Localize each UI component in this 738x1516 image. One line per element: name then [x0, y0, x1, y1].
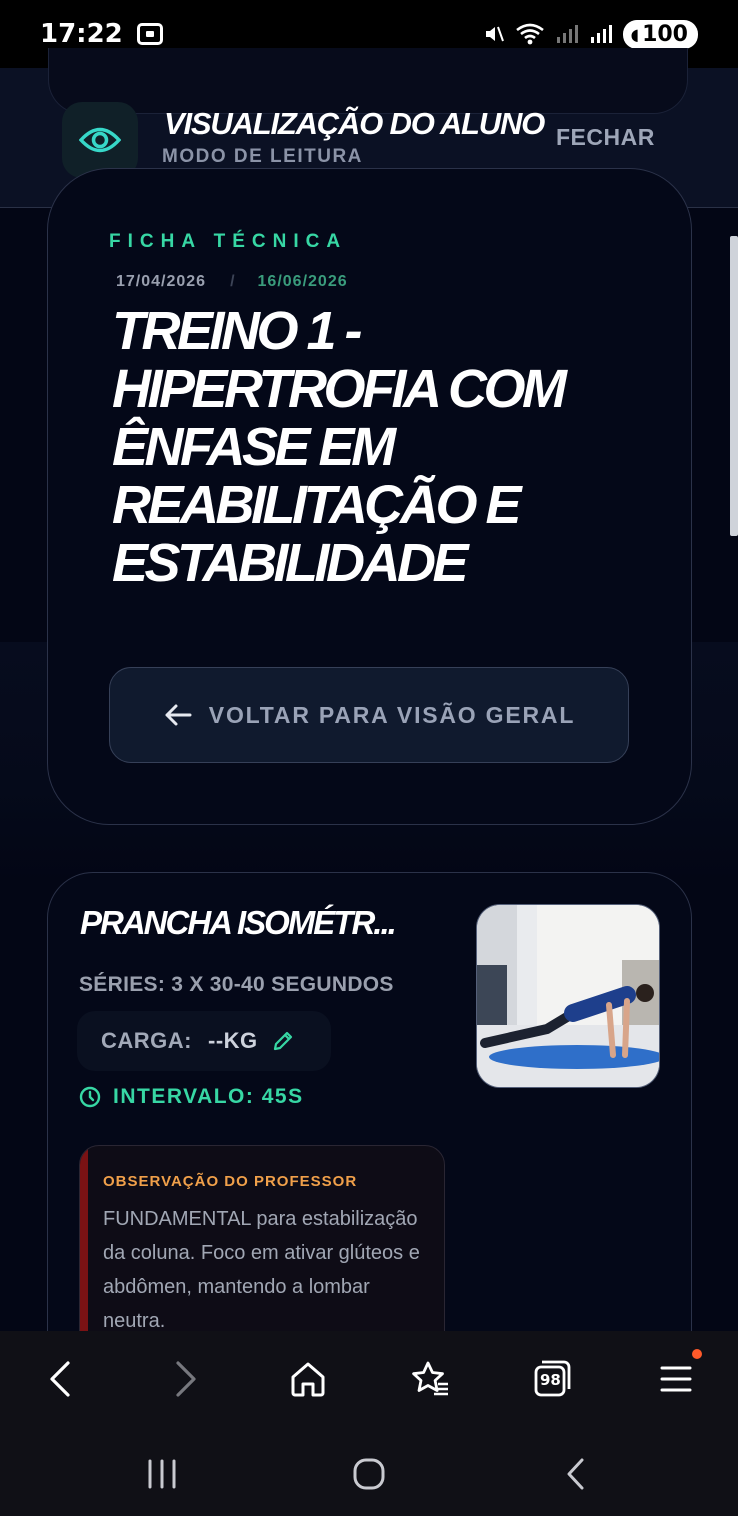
header-subtitle: MODO DE LEITURA	[162, 146, 363, 167]
menu-button[interactable]	[636, 1331, 716, 1426]
status-icons: ◖ 100	[483, 19, 698, 49]
system-home-button[interactable]	[329, 1446, 409, 1502]
back-button-label: VOLTAR PARA VISÃO GERAL	[208, 701, 576, 728]
battery-level: 100	[642, 21, 688, 47]
system-back-icon	[567, 1458, 584, 1490]
mute-icon	[485, 26, 504, 42]
home-circle-icon	[353, 1458, 385, 1490]
star-list-icon	[412, 1361, 448, 1395]
tabs-count: 98	[540, 1371, 561, 1389]
status-time: 17:22	[40, 19, 123, 49]
interval-row: INTERVALO: 45S	[79, 1085, 304, 1109]
hamburger-menu-icon	[660, 1366, 692, 1391]
browser-forward-button[interactable]	[146, 1331, 226, 1426]
interval-text: INTERVALO: 45S	[113, 1085, 304, 1108]
browser-back-button[interactable]	[20, 1331, 100, 1426]
signal-icon-2	[590, 25, 612, 43]
chevron-right-icon	[176, 1360, 196, 1397]
workout-title: TREINO 1 - HIPERTROFIA COM ÊNFASE EM REA…	[112, 301, 567, 593]
screenshot-icon	[136, 23, 163, 45]
notification-dot	[692, 1349, 702, 1359]
home-icon	[291, 1362, 325, 1396]
header-backdrop	[48, 48, 688, 114]
note-title: OBSERVAÇÃO DO PROFESSOR	[103, 1173, 358, 1190]
browser-home-button[interactable]	[268, 1331, 348, 1426]
wifi-icon	[515, 23, 544, 45]
eye-icon-badge	[62, 102, 138, 178]
exercise-name: PRANCHA ISOMÉTR...	[80, 904, 397, 941]
system-navigation-bar	[0, 1426, 738, 1516]
system-back-button[interactable]	[536, 1446, 616, 1502]
date-range: 17/04/2026 / 16/06/2026	[116, 273, 348, 291]
back-to-overview-button[interactable]: VOLTAR PARA VISÃO GERAL	[109, 667, 629, 763]
section-label: FICHA TÉCNICA	[109, 231, 348, 252]
load-label: CARGA:	[101, 1028, 192, 1053]
date-separator: /	[230, 273, 236, 290]
exercise-thumbnail[interactable]	[476, 904, 660, 1088]
pencil-icon[interactable]	[272, 1030, 294, 1052]
clock-icon	[79, 1086, 101, 1108]
header-title: VISUALIZAÇÃO DO ALUNO	[164, 106, 545, 141]
signal-icon	[556, 25, 578, 43]
browser-toolbar: 98	[0, 1331, 738, 1426]
arrow-left-icon	[165, 704, 192, 726]
note-text: FUNDAMENTAL para estabilização da coluna…	[103, 1208, 420, 1332]
battery-leaf-icon: ◖	[630, 24, 640, 44]
end-date: 16/06/2026	[257, 273, 348, 290]
series-text: SÉRIES: 3 X 30-40 SEGUNDOS	[79, 973, 394, 996]
close-button[interactable]: FECHAR	[556, 124, 655, 151]
start-date: 17/04/2026	[116, 273, 207, 290]
tabs-button[interactable]: 98	[513, 1331, 593, 1426]
recent-apps-icon	[148, 1459, 176, 1489]
load-field[interactable]: CARGA: --KG	[77, 1011, 331, 1071]
plank-illustration	[477, 905, 659, 1087]
recent-apps-button[interactable]	[122, 1446, 202, 1502]
scrollbar-thumb[interactable]	[730, 236, 738, 536]
eye-icon	[79, 127, 121, 153]
load-value: --KG	[208, 1028, 258, 1053]
chevron-left-icon	[50, 1360, 70, 1397]
bookmarks-button[interactable]	[390, 1331, 470, 1426]
battery-indicator: ◖ 100	[622, 19, 698, 49]
